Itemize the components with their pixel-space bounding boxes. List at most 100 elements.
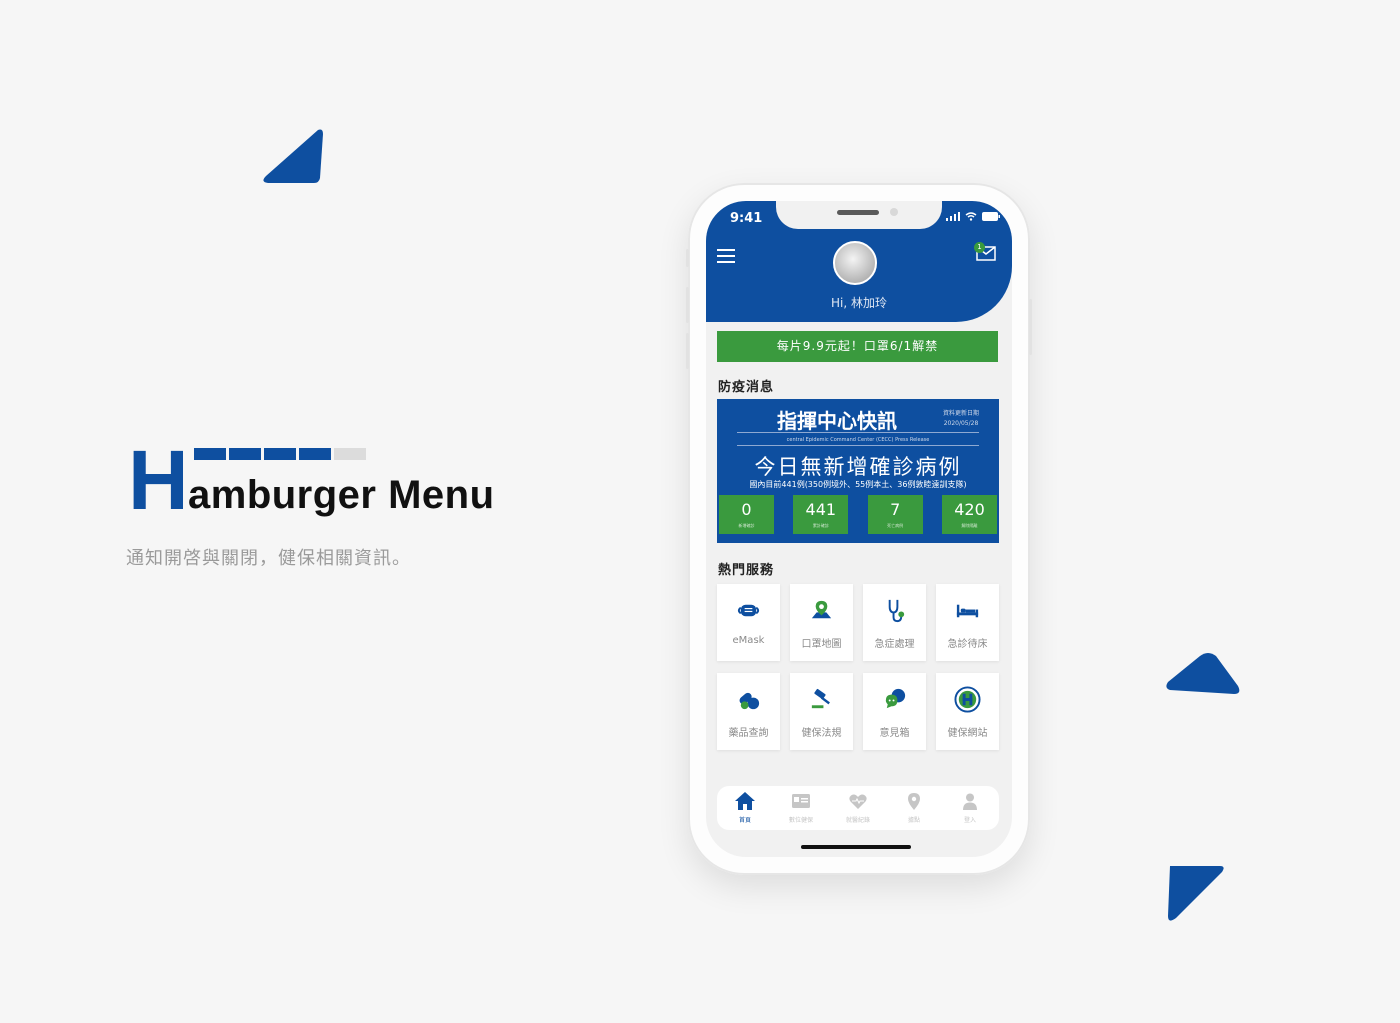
home-indicator [801,845,911,849]
progress-bar-segment [229,448,261,460]
hamburger-menu-icon[interactable] [717,249,735,267]
stat-value: 0 [741,500,752,519]
tab-label: 登入 [963,817,976,824]
app-screen: 9:41 Hi, 林加玲 1 每片9.9元起！口罩6/1解禁 防疫消息 指揮中心… [706,201,1012,857]
decor-triangle-right [1166,653,1240,694]
decor-triangle-bottom-right [1168,866,1224,921]
greeting: Hi, 林加玲 [831,296,887,310]
location-icon [908,793,920,810]
service-tile-emask[interactable]: eMask [717,584,780,661]
section-title-news: 防疫消息 [718,380,775,395]
home-icon [735,792,755,810]
hero-title: H amburger Menu [128,433,528,530]
nhi-logo-icon [954,686,981,713]
news-date-label: 資料更新日期 [942,410,979,417]
decor-triangle-top-left [263,129,323,183]
phone-notch [776,201,942,229]
service-tile-feedback[interactable]: 意見箱 [863,673,926,750]
mask-icon [737,604,760,617]
phone-camera [890,208,898,216]
stat-box: 7 死亡病例 [867,495,923,534]
heart-icon [849,794,867,809]
id-card-icon [792,794,810,808]
tab-label: 就醫紀錄 [845,817,870,824]
service-label: 藥品查詢 [728,728,769,739]
progress-bars [194,448,366,460]
stat-label: 死亡病例 [887,523,904,528]
stat-value: 7 [890,500,901,519]
battery-icon [982,212,1000,221]
service-label: eMask [732,635,765,646]
news-subline: 國內目前441例(350例境外、55例本土、36例敦睦遠訓支隊) [749,480,967,489]
news-divider [737,445,979,446]
subtitle: 通知開啓與關閉，健保相關資訊。 [126,548,411,569]
stat-label: 新增確診 [738,523,755,528]
stat-label: 累計確診 [812,523,829,528]
title-text: amburger Menu [188,473,495,517]
chat-icon [885,688,906,709]
tab-label: 首頁 [738,817,751,824]
news-card[interactable]: 指揮中心快訊 資料更新日期 2020/05/28 central Epidemi… [717,399,999,543]
stat-box: 441 累計確診 [793,495,849,534]
phone-speaker [837,210,879,215]
tab-label: 數位健保 [788,817,813,824]
status-time: 9:41 [730,211,763,226]
service-label: 急診待床 [947,639,988,650]
promo-banner[interactable]: 每片9.9元起！口罩6/1解禁 [717,331,998,362]
news-date-value: 2020/05/28 [943,420,979,427]
news-en-subtitle: central Epidemic Command Center (CECC) P… [786,437,930,443]
service-tile-mask-map[interactable]: 口罩地圖 [790,584,853,661]
service-label: 口罩地圖 [801,639,842,650]
progress-bar-segment [194,448,226,460]
progress-bar-segment [299,448,331,460]
news-title: 指揮中心快訊 [777,409,897,433]
phone-side-button [686,287,689,323]
tab-digital-card[interactable]: 數位健保 [781,791,821,825]
bottom-tab-bar: 首頁 數位健保 就醫紀錄 據點 登入 [717,786,999,830]
title-initial: H [128,433,189,527]
avatar[interactable] [833,241,877,285]
services-row: eMask 口罩地圖 急症處理 急診待床 [717,584,999,661]
pills-icon [739,692,760,710]
phone-side-button [686,249,689,267]
stat-value: 420 [954,500,985,519]
progress-bar-segment [264,448,296,460]
tab-login[interactable]: 登入 [950,791,990,825]
wifi-icon [965,212,977,221]
stethoscope-icon [888,599,905,623]
progress-bar-segment [334,448,366,460]
bed-icon [956,604,979,618]
status-icons [946,212,1000,221]
service-tile-law[interactable]: 健保法規 [790,673,853,750]
service-label: 急症處理 [874,639,915,650]
phone-side-button [1029,299,1032,355]
service-label: 意見箱 [879,728,910,739]
section-title-services: 熱門服務 [718,563,775,578]
map-pin-icon [811,600,832,619]
user-icon [963,793,977,810]
tab-label: 據點 [907,817,920,824]
mail-badge: 1 [974,242,985,253]
phone-mockup: 9:41 Hi, 林加玲 1 每片9.9元起！口罩6/1解禁 防疫消息 指揮中心… [686,183,1032,875]
service-label: 健保網站 [947,728,988,739]
services-row: 藥品查詢 健保法規 意見箱 健保網站 [717,673,999,750]
tab-locations[interactable]: 據點 [894,791,934,825]
service-tile-emergency[interactable]: 急症處理 [863,584,926,661]
news-headline: 今日無新增確診病例 [754,455,962,479]
news-divider [737,432,979,433]
stat-box: 420 解除隔離 [941,495,997,534]
signal-icon [946,212,960,221]
tab-home[interactable]: 首頁 [725,791,765,825]
stat-label: 解除隔離 [961,523,978,528]
stat-box: 0 新增確診 [719,495,774,534]
service-label: 健保法規 [801,728,842,739]
news-date: 資料更新日期 2020/05/28 [943,409,979,429]
service-tile-er-bed[interactable]: 急診待床 [936,584,999,661]
service-tile-drug[interactable]: 藥品查詢 [717,673,780,750]
news-stats: 0 新增確診 441 累計確診 7 死亡病例 420 解除隔離 [719,495,997,534]
phone-side-button [686,333,689,369]
stat-value: 441 [805,500,837,519]
gavel-icon [811,688,830,709]
service-tile-nhi-site[interactable]: 健保網站 [936,673,999,750]
tab-records[interactable]: 就醫紀錄 [838,791,878,825]
